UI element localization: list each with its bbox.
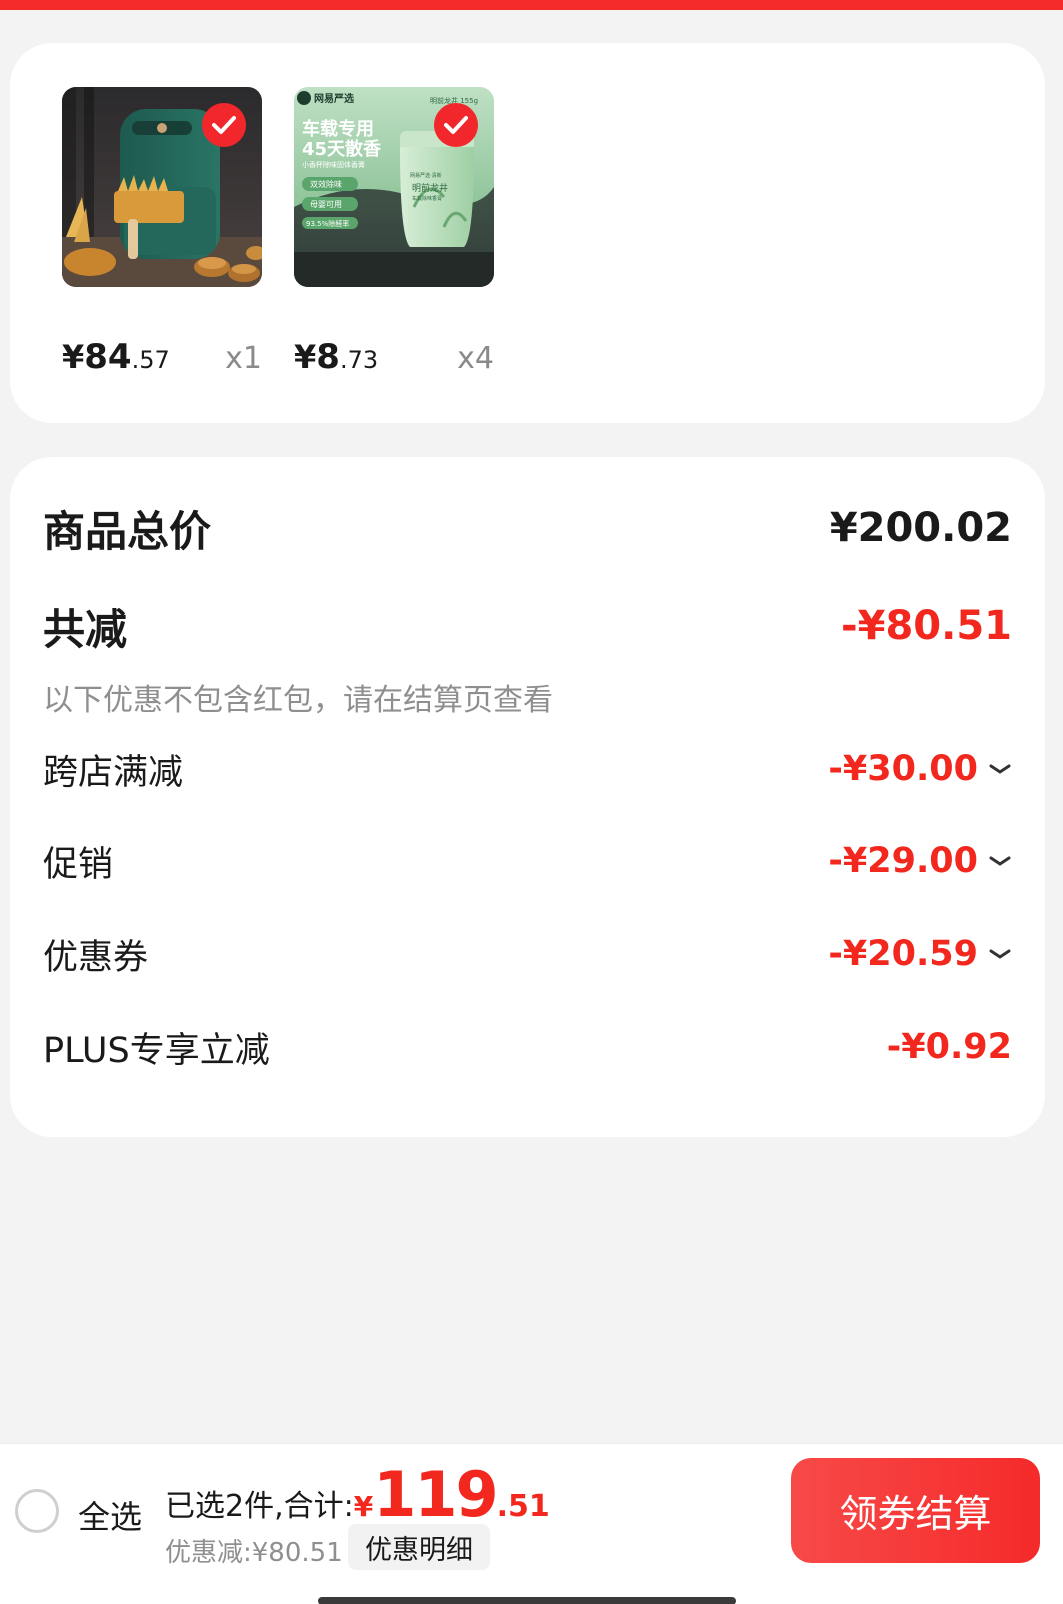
brand-text: 网易严选 (314, 92, 354, 105)
tag-3: 93.5%除醛率 (306, 219, 349, 228)
discount-label: PLUS专享立减 (43, 1030, 270, 1071)
product-quantity: x4 (457, 341, 494, 376)
selected-check-icon[interactable] (434, 103, 478, 147)
discount-row-cross-store[interactable]: 跨店满减 -¥30.00 (43, 741, 1012, 797)
discount-value[interactable]: -¥30.00 (828, 749, 1012, 789)
discount-label: 优惠券 (43, 937, 149, 978)
discount-row-promotion[interactable]: 促销 -¥29.00 (43, 833, 1012, 889)
discount-value[interactable]: -¥29.00 (828, 841, 1012, 881)
total-currency: ¥ (353, 1490, 374, 1523)
selected-check-icon[interactable] (202, 103, 246, 147)
product-image-air-fryer[interactable] (62, 87, 262, 287)
headline-line-1: 车载专用 (302, 118, 374, 140)
top-status-strip (0, 0, 1063, 10)
product-quantity: x1 (225, 341, 262, 376)
subline-text: 小香杯除味固体香膏 (302, 160, 365, 169)
product-price-row: ¥84.57 x1 (62, 337, 262, 387)
headline-line-2: 45天散香 (302, 138, 382, 160)
product-item-air-fryer[interactable]: ¥84.57 x1 (62, 87, 262, 377)
discount-detail-button[interactable]: 优惠明细 (348, 1524, 490, 1570)
product-item-car-fragrance[interactable]: 网易严选 明前龙井 155g 车载专用 45天散香 小香杯除味固体香膏 双效除味… (294, 87, 494, 377)
total-price-row: 商品总价 ¥200.02 (43, 495, 1012, 561)
chevron-down-icon[interactable] (988, 762, 1012, 776)
discount-value: -¥0.92 (886, 1027, 1012, 1067)
discount-row-plus: PLUS专享立减 -¥0.92 (43, 1019, 1012, 1075)
jar-text: 明前龙井 (412, 182, 448, 194)
product-image-car-fragrance[interactable]: 网易严选 明前龙井 155g 车载专用 45天散香 小香杯除味固体香膏 双效除味… (294, 87, 494, 287)
product-price: ¥8.73 (294, 337, 379, 377)
discount-summary: 优惠减:¥80.51 (165, 1538, 343, 1568)
chevron-down-icon[interactable] (988, 947, 1012, 961)
tag-1: 双效除味 (310, 179, 342, 189)
checkout-button[interactable]: 领券结算 (791, 1458, 1040, 1563)
jar-brand-text: 网易严选·清新 (410, 172, 442, 179)
product-price: ¥84.57 (62, 337, 170, 377)
jar-sub-text: 车载除味香膏 (412, 195, 442, 202)
total-price-label: 商品总价 (43, 506, 212, 556)
product-price-row: ¥8.73 x4 (294, 337, 494, 387)
selected-count-text: 已选2件,合计: (165, 1489, 354, 1524)
total-reduction-value: -¥80.51 (841, 603, 1012, 649)
price-summary-card: 商品总价 ¥200.02 共减 -¥80.51 以下优惠不包含红包，请在结算页查… (10, 457, 1045, 1137)
discount-label: 促销 (43, 844, 114, 885)
selected-total: 已选2件,合计: ¥ 119 .51 (165, 1458, 550, 1531)
home-indicator[interactable] (318, 1597, 736, 1604)
total-reduction-label: 共减 (43, 604, 128, 654)
total-amount-dec: .51 (496, 1489, 550, 1524)
discount-row-coupon[interactable]: 优惠券 -¥20.59 (43, 926, 1012, 982)
select-all-label[interactable]: 全选 (78, 1492, 142, 1538)
red-packet-hint: 以下优惠不包含红包，请在结算页查看 (43, 683, 553, 718)
selected-products-card: ¥84.57 x1 网易严选 明前龙井 155g 车载专用 45天散香 小香杯除… (10, 43, 1045, 423)
checkout-bar: 全选 已选2件,合计: ¥ 119 .51 优惠减:¥80.51 优惠明细 领券… (0, 1443, 1063, 1604)
total-amount-int: 119 (373, 1458, 498, 1531)
discount-value[interactable]: -¥20.59 (828, 934, 1012, 974)
tag-2: 母婴可用 (310, 200, 342, 209)
chevron-down-icon[interactable] (988, 854, 1012, 868)
discount-label: 跨店满减 (43, 752, 184, 793)
total-reduction-row: 共减 -¥80.51 (43, 593, 1012, 659)
select-all-checkbox[interactable] (15, 1489, 59, 1533)
total-price-value: ¥200.02 (829, 505, 1012, 551)
